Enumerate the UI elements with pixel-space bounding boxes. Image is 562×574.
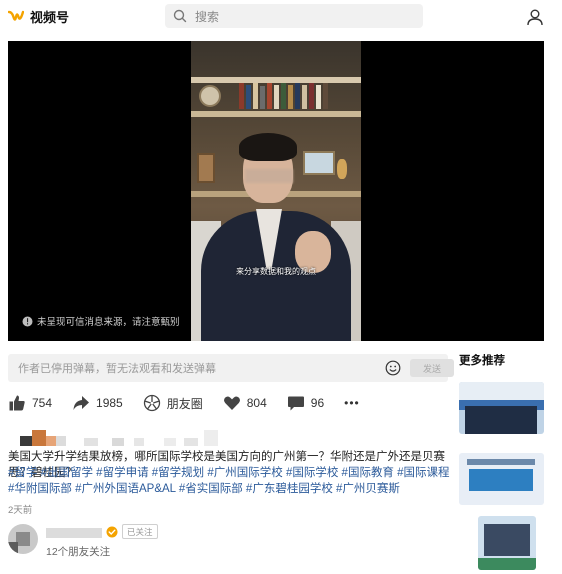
recommendation-card[interactable] xyxy=(459,453,544,505)
book xyxy=(281,83,286,109)
source-notice-text: 未呈现可信消息来源，请注意甄别 xyxy=(37,317,180,328)
book xyxy=(323,83,328,109)
avatar[interactable] xyxy=(8,524,38,554)
mosaic-block xyxy=(164,438,176,446)
video-frame: 来分享数据和我的观点 xyxy=(191,41,361,341)
book xyxy=(260,86,265,109)
channels-logo-icon xyxy=(8,10,24,21)
danmu-input[interactable]: 作者已停用弹幕，暂无法观看和发送弹幕 发送 xyxy=(8,354,454,382)
top-bar: 视频号 搜索 xyxy=(0,0,562,36)
share-button[interactable]: 1985 xyxy=(72,394,123,412)
recommendation-card[interactable] xyxy=(459,382,544,434)
picture-frame xyxy=(303,151,335,175)
blurred-eyes xyxy=(245,169,293,183)
book xyxy=(309,83,314,109)
rec-thumbnail-graphic xyxy=(469,469,533,491)
book xyxy=(253,83,258,109)
source-notice: 未呈现可信消息来源，请注意甄别 xyxy=(22,314,180,328)
mosaic-block xyxy=(112,438,124,446)
clock-decoration xyxy=(199,85,221,107)
recommendation-card[interactable] xyxy=(478,516,536,570)
share-arrow-icon xyxy=(73,396,90,410)
avatar-mosaic xyxy=(8,542,18,554)
app-logo[interactable]: 视频号 xyxy=(8,7,69,26)
book xyxy=(267,83,272,109)
heart-icon xyxy=(223,396,240,410)
heart-button[interactable]: 804 xyxy=(223,394,267,412)
rec-thumbnail-people xyxy=(465,406,537,434)
book xyxy=(302,85,307,109)
verified-badge-icon xyxy=(106,526,118,538)
thumbs-up-icon xyxy=(9,395,25,411)
video-subtitle: 来分享数据和我的观点 xyxy=(236,267,316,276)
moments-aperture-icon xyxy=(143,394,160,412)
post-hashtags[interactable]: #留学 #出国留学 #留学申请 #留学规划 #广州国际学校 #国际学校 #国际教… xyxy=(8,465,456,497)
rec-thumbnail-footer xyxy=(478,558,536,570)
video-player[interactable]: 来分享数据和我的观点 未呈现可信消息来源，请注意甄别 xyxy=(8,41,544,341)
author-name-blurred[interactable] xyxy=(46,528,102,538)
share-count: 1985 xyxy=(96,396,123,410)
rec-thumbnail-sky xyxy=(459,382,544,400)
user-icon[interactable] xyxy=(526,8,544,26)
send-danmu-button[interactable]: 发送 xyxy=(410,359,454,377)
bookshelf xyxy=(191,77,361,83)
avatar-mosaic xyxy=(16,532,30,546)
mosaic-block xyxy=(184,438,198,446)
book xyxy=(274,85,279,109)
search-placeholder: 搜索 xyxy=(195,9,220,24)
app-name: 视频号 xyxy=(30,10,70,25)
moments-button[interactable]: 朋友圈 xyxy=(143,394,203,412)
action-bar: 754 1985 朋友圈 804 96 ••• xyxy=(8,392,380,414)
picture-frame xyxy=(197,153,215,183)
info-icon xyxy=(22,316,33,326)
recommendations-sidebar: 更多推荐 xyxy=(456,352,562,570)
mosaic-block xyxy=(32,430,46,446)
comment-count: 96 xyxy=(310,396,325,410)
emoji-icon[interactable] xyxy=(385,360,401,376)
post-time: 2天前 xyxy=(8,505,33,516)
search-input[interactable]: 搜索 xyxy=(165,4,423,28)
presenter-hair xyxy=(239,133,297,161)
book xyxy=(316,85,321,109)
book xyxy=(288,85,293,109)
sidebar-title: 更多推荐 xyxy=(459,355,505,367)
follow-status-button[interactable]: 已关注 xyxy=(122,524,158,539)
mosaic-block xyxy=(46,436,56,446)
search-icon xyxy=(173,9,187,23)
comment-bubble-icon xyxy=(287,396,304,411)
more-button[interactable]: ••• xyxy=(344,396,360,410)
like-count: 754 xyxy=(32,396,53,410)
mosaic-block xyxy=(204,430,218,446)
friends-following: 12个朋友关注 xyxy=(46,546,111,558)
danmu-placeholder: 作者已停用弹幕，暂无法观看和发送弹幕 xyxy=(18,363,216,375)
heart-count: 804 xyxy=(246,396,267,410)
author-row: 已关注 12个朋友关注 xyxy=(8,520,308,560)
like-button[interactable]: 754 xyxy=(8,394,52,412)
mosaic-block xyxy=(84,438,98,446)
more-dots-icon: ••• xyxy=(344,396,360,410)
moments-label: 朋友圈 xyxy=(166,396,203,411)
rec-thumbnail-text xyxy=(467,459,535,465)
mosaic-block xyxy=(134,438,144,446)
book xyxy=(239,83,244,109)
book xyxy=(246,85,251,109)
mosaic-block xyxy=(56,436,66,446)
book xyxy=(295,83,300,109)
mosaic-block xyxy=(20,436,32,446)
bookshelf xyxy=(191,111,361,117)
trophy-decoration xyxy=(337,159,347,179)
comment-button[interactable]: 96 xyxy=(287,394,324,412)
author-name-mosaic xyxy=(8,428,228,446)
rec-thumbnail-people xyxy=(484,524,530,556)
